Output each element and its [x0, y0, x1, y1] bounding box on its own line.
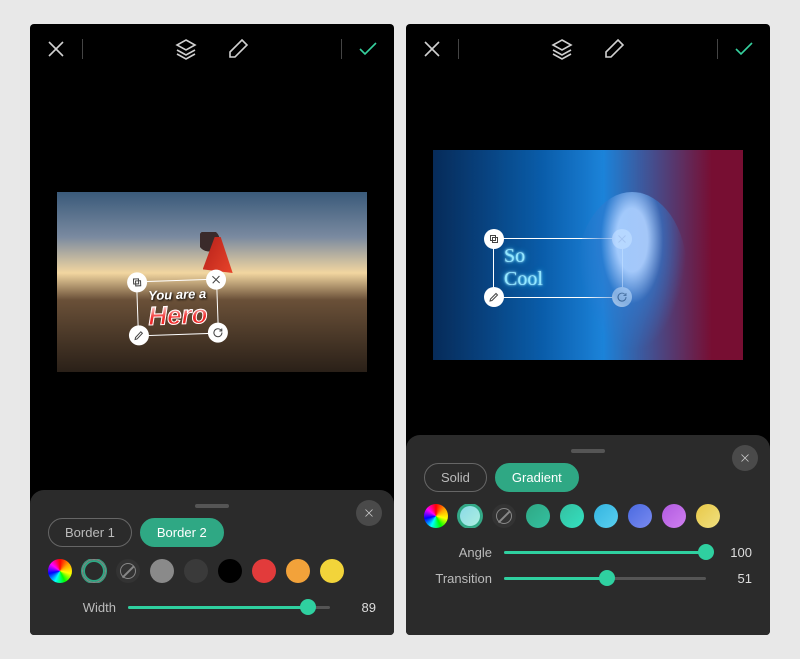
style-panel: Solid Gradient Angle 100 Transition — [406, 435, 770, 635]
swatch-black[interactable] — [218, 559, 242, 583]
swatch-color-picker[interactable] — [424, 504, 448, 528]
swatch-darkgray[interactable] — [184, 559, 208, 583]
style-panel: Border 1 Border 2 Width 89 — [30, 490, 394, 635]
eraser-icon[interactable] — [226, 37, 250, 61]
text-line-1: So — [504, 245, 612, 268]
swatch-none[interactable] — [492, 504, 516, 528]
handle-delete-icon[interactable] — [206, 269, 227, 290]
drag-handle[interactable] — [195, 504, 229, 508]
handle-duplicate-icon[interactable] — [127, 272, 148, 293]
close-icon[interactable] — [420, 37, 444, 61]
slider-transition[interactable] — [504, 568, 706, 588]
slider-angle-value: 100 — [718, 545, 752, 560]
swatch-none[interactable] — [116, 559, 140, 583]
handle-delete-icon[interactable] — [612, 229, 632, 249]
divider — [82, 39, 83, 59]
close-icon[interactable] — [44, 37, 68, 61]
handle-duplicate-icon[interactable] — [484, 229, 504, 249]
divider — [458, 39, 459, 59]
preview-image: So Cool — [433, 150, 743, 360]
panel-close-icon[interactable] — [356, 500, 382, 526]
tab-row: Border 1 Border 2 — [48, 518, 376, 547]
confirm-icon[interactable] — [356, 37, 380, 61]
preview-image: You are a Hero — [57, 192, 367, 372]
handle-rotate-icon[interactable] — [208, 322, 229, 343]
swatch-teal[interactable] — [526, 504, 550, 528]
swatch-yellow[interactable] — [320, 559, 344, 583]
editor-topbar — [406, 24, 770, 74]
layers-icon[interactable] — [550, 37, 574, 61]
layers-icon[interactable] — [174, 37, 198, 61]
tab-gradient[interactable]: Gradient — [495, 463, 579, 492]
figure-silhouette — [203, 237, 233, 273]
slider-angle[interactable] — [504, 542, 706, 562]
eraser-icon[interactable] — [602, 37, 626, 61]
swatch-color-picker[interactable] — [48, 559, 72, 583]
phone-left: You are a Hero Border 1 Border 2 — [30, 24, 394, 635]
editor-canvas[interactable]: So Cool — [406, 74, 770, 435]
divider — [717, 39, 718, 59]
slider-transition-row: Transition 51 — [424, 568, 752, 588]
confirm-icon[interactable] — [732, 37, 756, 61]
swatch-current[interactable] — [458, 504, 482, 528]
phone-right: So Cool Solid Gradient — [406, 24, 770, 635]
tab-solid[interactable]: Solid — [424, 463, 487, 492]
text-selection-box[interactable]: You are a Hero — [136, 279, 219, 337]
slider-transition-label: Transition — [424, 571, 492, 586]
slider-transition-value: 51 — [718, 571, 752, 586]
handle-edit-icon[interactable] — [484, 287, 504, 307]
text-selection-box[interactable]: So Cool — [493, 238, 623, 298]
handle-edit-icon[interactable] — [129, 325, 150, 346]
swatch-mint[interactable] — [560, 504, 584, 528]
slider-width-row: Width 89 — [48, 597, 376, 617]
handle-rotate-icon[interactable] — [612, 287, 632, 307]
swatch-purple[interactable] — [662, 504, 686, 528]
tab-border-1[interactable]: Border 1 — [48, 518, 132, 547]
swatch-cyan[interactable] — [594, 504, 618, 528]
text-line-2: Cool — [504, 268, 612, 291]
swatch-red[interactable] — [252, 559, 276, 583]
swatch-gray[interactable] — [150, 559, 174, 583]
panel-close-icon[interactable] — [732, 445, 758, 471]
swatch-gold[interactable] — [696, 504, 720, 528]
swatch-current[interactable] — [82, 559, 106, 583]
editor-topbar — [30, 24, 394, 74]
swatch-orange[interactable] — [286, 559, 310, 583]
slider-width[interactable] — [128, 597, 330, 617]
editor-canvas[interactable]: You are a Hero — [30, 74, 394, 490]
tab-border-2[interactable]: Border 2 — [140, 518, 224, 547]
text-line-2: Hero — [148, 301, 208, 329]
slider-angle-label: Angle — [424, 545, 492, 560]
slider-width-label: Width — [48, 600, 116, 615]
color-swatch-row — [424, 504, 752, 528]
drag-handle[interactable] — [571, 449, 605, 453]
slider-angle-row: Angle 100 — [424, 542, 752, 562]
slider-width-value: 89 — [342, 600, 376, 615]
divider — [341, 39, 342, 59]
color-swatch-row — [48, 559, 376, 583]
tab-row: Solid Gradient — [424, 463, 752, 492]
swatch-blue[interactable] — [628, 504, 652, 528]
